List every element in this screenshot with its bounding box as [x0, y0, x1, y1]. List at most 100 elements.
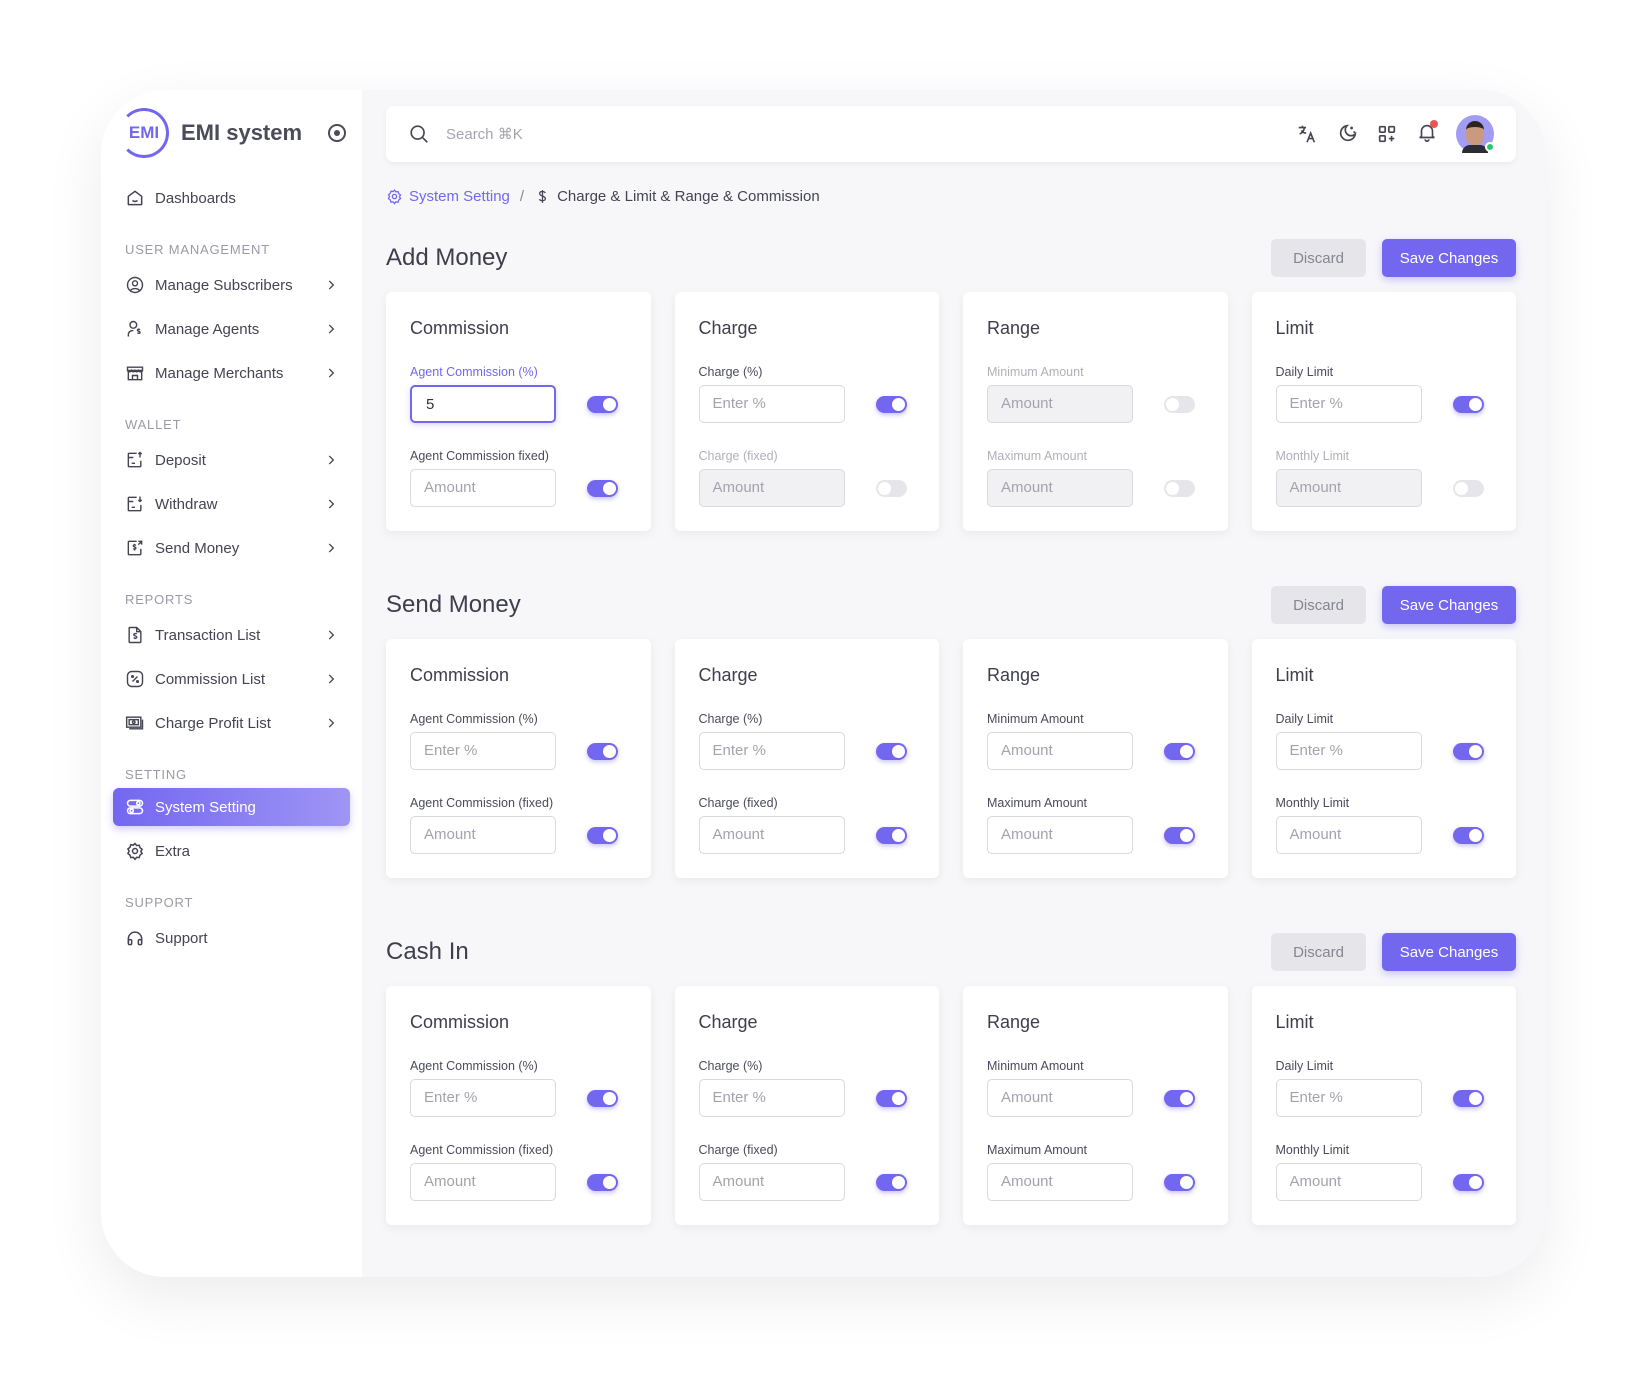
field-input[interactable]: [1275, 469, 1422, 507]
sidebar-item-withdraw[interactable]: Withdraw: [113, 482, 350, 526]
enable-toggle[interactable]: [1452, 742, 1484, 760]
enable-toggle[interactable]: [587, 742, 618, 760]
enable-toggle[interactable]: [1452, 826, 1484, 844]
sidebar-item-extra[interactable]: Extra: [113, 829, 350, 873]
sidebar-item-dashboards[interactable]: Dashboards: [113, 176, 350, 220]
field-input[interactable]: [698, 385, 845, 423]
field-input[interactable]: [410, 1163, 556, 1201]
chevron-right-icon: [328, 499, 335, 509]
section-heading: User Management: [125, 242, 270, 257]
discard-button[interactable]: Discard: [1271, 239, 1366, 277]
enable-toggle[interactable]: [1164, 826, 1195, 844]
withdraw-icon: [127, 496, 143, 512]
field-input[interactable]: [1275, 1079, 1422, 1117]
field-input[interactable]: [1275, 1163, 1422, 1201]
enable-toggle[interactable]: [875, 1089, 907, 1107]
sidebar-item-commission-list[interactable]: Commission List: [113, 657, 350, 701]
sidebar-item-manage-subscribers[interactable]: Manage Subscribers: [113, 263, 350, 307]
sidebar-item-label: Charge Profit List: [155, 714, 271, 732]
enable-toggle[interactable]: [587, 1173, 618, 1191]
card-title: Range: [987, 318, 1041, 338]
field-input[interactable]: [987, 1079, 1133, 1117]
sidebar-item-charge-profit-list[interactable]: Charge Profit List: [113, 701, 350, 745]
card-commission: Commission Agent Commission (%) Enter % A…: [386, 639, 651, 878]
enable-toggle[interactable]: [1452, 1173, 1484, 1191]
enable-toggle[interactable]: [1164, 1089, 1195, 1107]
save-changes-button[interactable]: Save Changes: [1382, 933, 1516, 971]
field-input-wrapper: Amount: [987, 1163, 1133, 1201]
field-input[interactable]: [698, 1163, 845, 1201]
enable-toggle[interactable]: [1164, 1173, 1195, 1191]
field-input[interactable]: [987, 816, 1133, 854]
enable-toggle[interactable]: [875, 826, 907, 844]
enable-toggle[interactable]: [1452, 479, 1484, 497]
toggles-icon: [126, 799, 144, 815]
field-input[interactable]: [987, 469, 1133, 507]
enable-toggle[interactable]: [587, 479, 618, 497]
field-input[interactable]: [410, 732, 556, 770]
field-input-wrapper: Amount: [1275, 469, 1422, 507]
field-input[interactable]: [410, 816, 556, 854]
enable-toggle[interactable]: [1452, 1089, 1484, 1107]
sidebar-item-manage-agents[interactable]: Manage Agents: [113, 307, 350, 351]
avatar[interactable]: [1456, 115, 1495, 153]
section-send-money: Send Money Discard Save Changes Commissi…: [386, 585, 1516, 878]
notifications-button[interactable]: [1416, 119, 1438, 148]
sidebar-item-support[interactable]: Support: [113, 916, 350, 960]
pin-sidebar-icon[interactable]: [328, 124, 346, 142]
field-input[interactable]: [698, 816, 845, 854]
field-input-wrapper: Amount: [698, 469, 845, 507]
card-limit: Limit Daily Limit Enter % Monthly Limit A…: [1251, 639, 1516, 878]
enable-toggle[interactable]: [875, 1173, 907, 1191]
enable-toggle[interactable]: [875, 479, 907, 497]
save-changes-button[interactable]: Save Changes: [1382, 239, 1516, 277]
enable-toggle[interactable]: [1164, 395, 1195, 413]
field-label: Daily Limit: [1275, 1059, 1334, 1073]
field-input-wrapper: Enter %: [1275, 385, 1422, 423]
field-input[interactable]: [987, 385, 1133, 423]
card-title: Commission: [410, 318, 510, 338]
apps-icon[interactable]: [1376, 123, 1398, 145]
card-title: Charge: [698, 318, 758, 338]
field-input[interactable]: [698, 732, 845, 770]
enable-toggle[interactable]: [1164, 479, 1195, 497]
search-icon: [410, 125, 428, 143]
enable-toggle[interactable]: [1164, 742, 1195, 760]
field-input[interactable]: [1275, 385, 1422, 423]
enable-toggle[interactable]: [875, 395, 907, 413]
enable-toggle[interactable]: [587, 826, 618, 844]
sidebar-item-system-setting[interactable]: System Setting: [113, 788, 350, 826]
field-label: Charge (fixed): [698, 796, 778, 810]
enable-toggle[interactable]: [875, 742, 907, 760]
moon-icon[interactable]: [1336, 123, 1358, 145]
field-input[interactable]: [987, 732, 1133, 770]
chevron-right-icon: [328, 674, 335, 684]
enable-toggle[interactable]: [587, 395, 618, 413]
sidebar-item-label: Send Money: [155, 539, 240, 557]
field-input[interactable]: [1275, 732, 1422, 770]
field-input[interactable]: [410, 385, 556, 423]
section-heading: Reports: [125, 592, 194, 607]
sidebar-item-manage-merchants[interactable]: Manage Merchants: [113, 351, 350, 395]
field-input[interactable]: [698, 469, 845, 507]
field-input[interactable]: [698, 1079, 845, 1117]
discard-button[interactable]: Discard: [1271, 586, 1366, 624]
enable-toggle[interactable]: [587, 1089, 618, 1107]
field-label: Monthly Limit: [1275, 796, 1350, 810]
field-input[interactable]: [410, 1079, 556, 1117]
breadcrumb-parent-label: System Setting: [409, 187, 510, 205]
field-input[interactable]: [987, 1163, 1133, 1201]
field-input[interactable]: [1275, 816, 1422, 854]
enable-toggle[interactable]: [1452, 395, 1484, 413]
field-input-wrapper: Amount: [987, 1079, 1133, 1117]
search-input[interactable]: [446, 125, 746, 143]
discard-button[interactable]: Discard: [1271, 933, 1366, 971]
card-title: Commission: [410, 1012, 510, 1032]
sidebar-item-send-money[interactable]: Send Money: [113, 526, 350, 570]
sidebar-item-transaction-list[interactable]: Transaction List: [113, 613, 350, 657]
breadcrumb-system-setting[interactable]: System Setting: [386, 188, 510, 205]
save-changes-button[interactable]: Save Changes: [1382, 586, 1516, 624]
sidebar-item-deposit[interactable]: Deposit: [113, 438, 350, 482]
field-input[interactable]: [410, 469, 556, 507]
translate-icon[interactable]: [1296, 123, 1318, 145]
